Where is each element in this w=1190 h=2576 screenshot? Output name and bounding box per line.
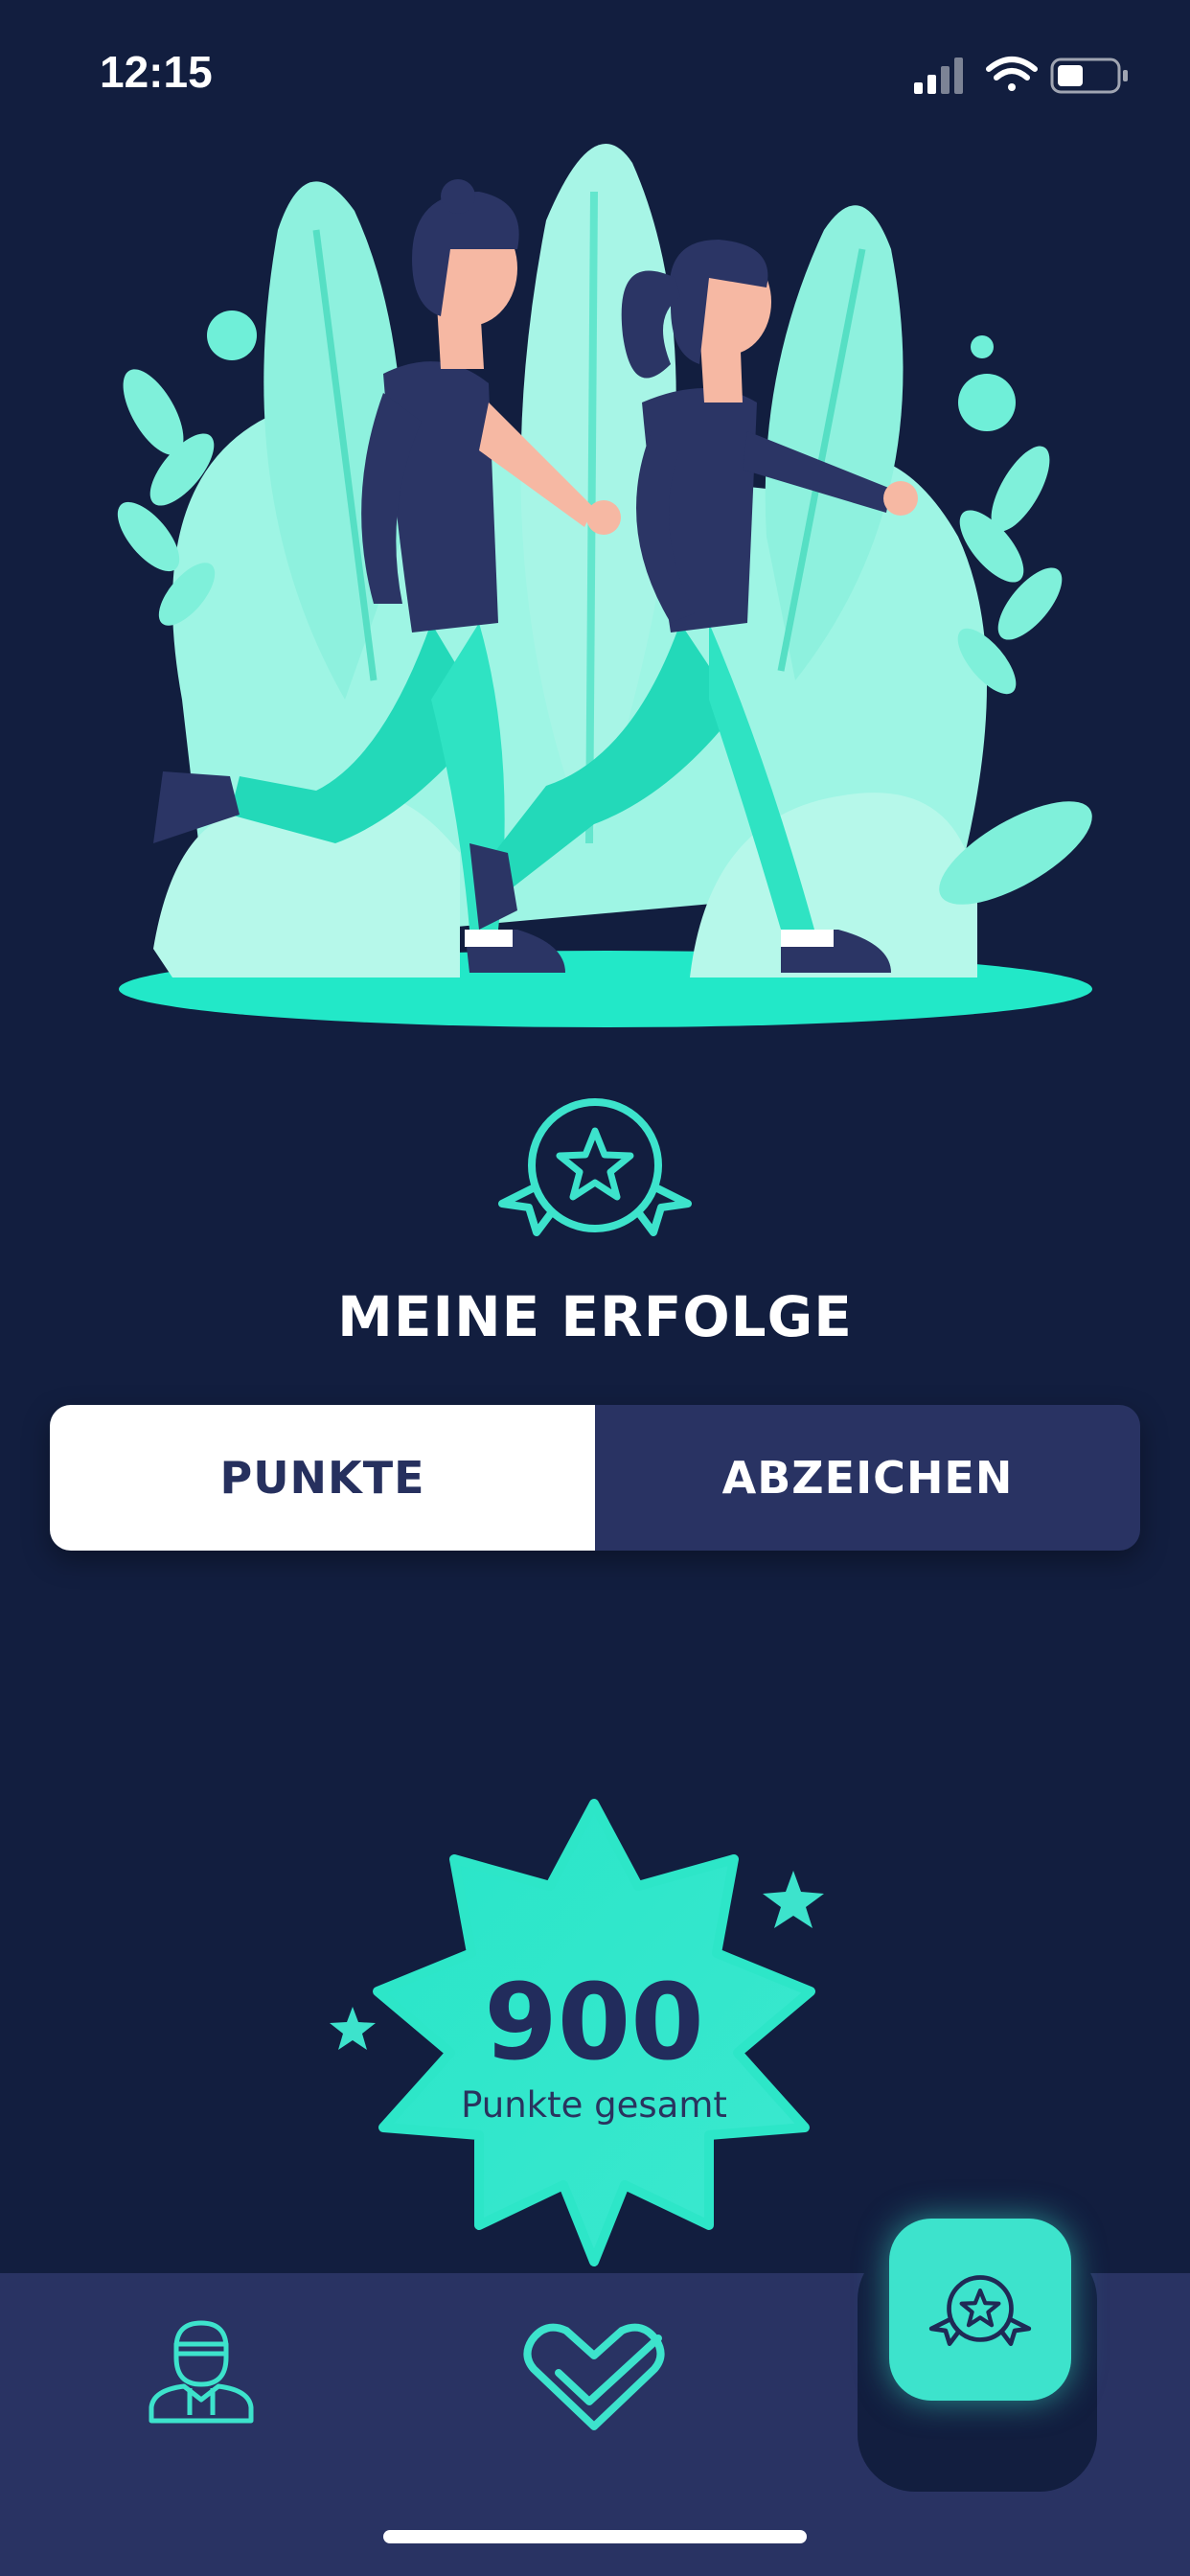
award-ribbon-icon — [498, 1098, 692, 1236]
tab-awards-button[interactable] — [889, 2219, 1071, 2401]
profile-icon[interactable] — [144, 2319, 259, 2425]
points-total-value: 900 — [484, 1961, 704, 2083]
achievement-tabs: PUNKTE ABZEICHEN — [50, 1405, 1140, 1551]
sparkle-star-right — [763, 1871, 824, 1928]
points-total-label: Punkte gesamt — [461, 2084, 727, 2126]
home-indicator — [383, 2530, 807, 2543]
two-runners-jogging-illustration — [117, 144, 1092, 1027]
achievements-screen: 12:15 MEINE ERFOLGE PUNKTE ABZEICHEN 900… — [0, 0, 1190, 2576]
tab-punkte[interactable]: PUNKTE — [50, 1405, 595, 1551]
page-title: MEINE ERFOLGE — [337, 1284, 853, 1349]
heart-check-icon[interactable] — [522, 2319, 666, 2434]
tab-abzeichen[interactable]: ABZEICHEN — [595, 1405, 1140, 1551]
award-icon — [928, 2275, 1032, 2346]
